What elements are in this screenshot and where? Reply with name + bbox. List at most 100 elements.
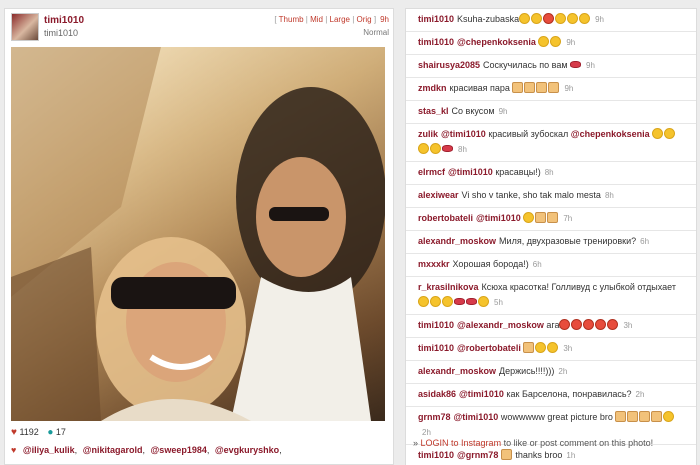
filter-label: Normal	[363, 28, 389, 37]
comment-user[interactable]: elrmcf	[418, 167, 445, 177]
comment-time: 9h	[564, 84, 574, 93]
comment-user[interactable]: shairusya2085	[418, 60, 480, 70]
heart-eyes-emoji-icon	[430, 143, 441, 154]
comment-text: красивая пара	[449, 83, 510, 93]
comment-user[interactable]: stas_kl	[418, 106, 449, 116]
grin-emoji-icon	[535, 342, 547, 353]
heart-icon[interactable]: ♥	[11, 427, 17, 438]
thumbs-up-icon	[536, 82, 548, 93]
comment-user[interactable]: timi1010	[418, 450, 454, 460]
smile-emoji-icon	[418, 143, 429, 154]
comment-text: Хорошая борода!)	[452, 259, 529, 269]
comment-mention[interactable]: @timi1010	[441, 129, 486, 139]
question-mark-icon	[607, 319, 619, 330]
comment-text: Соскучилась по вам	[483, 60, 568, 70]
comment-user[interactable]: grnm78	[418, 412, 451, 422]
avatar[interactable]	[11, 13, 39, 41]
comment-item: zulik @timi1010 красивый зубоскал @chepen…	[406, 124, 696, 162]
comment-mention[interactable]: @chepenkoksenia	[571, 129, 650, 139]
comment-item: mxxxkr Хорошая борода!) 6h	[406, 254, 696, 277]
comment-mention[interactable]: @grnm78	[457, 450, 498, 460]
size-mid-link[interactable]: Mid	[310, 15, 323, 24]
comment-text: Ksuha-zubaska	[457, 14, 520, 24]
comment-item: timi1010 Ksuha-zubaska 9h	[406, 9, 696, 32]
comment-mention[interactable]: @timi1010	[476, 213, 521, 223]
comment-text: ага	[546, 320, 560, 330]
comment-text: Vi sho v tanke, sho tak malo mesta	[461, 190, 601, 200]
post-photo[interactable]	[11, 47, 385, 421]
comment-mention[interactable]: @chepenkoksenia	[457, 37, 536, 47]
comment-user[interactable]: asidak86	[418, 389, 456, 399]
likes-count: 1192	[19, 427, 39, 437]
thumbs-up-icon	[615, 411, 627, 422]
comment-user[interactable]: timi1010	[418, 37, 454, 47]
small-heart-icon: ♥	[11, 445, 17, 455]
comment-time: 9h	[595, 15, 604, 24]
comment-user[interactable]: alexandr_moskow	[418, 366, 496, 376]
comment-text: Миля, двухразовые тренировки?	[499, 236, 637, 246]
comment-text: как Барселона, понравилась?	[506, 389, 632, 399]
laugh-emoji-icon	[550, 36, 562, 47]
comment-text: красавцы!)	[495, 167, 541, 177]
heart-eyes-emoji-icon	[430, 296, 441, 307]
comment-time: 6h	[532, 260, 542, 269]
size-large-link[interactable]: Large	[330, 15, 350, 24]
tag-link[interactable]: @sweep1984	[151, 445, 207, 455]
comment-user[interactable]: zulik	[418, 129, 438, 139]
victory-hand-icon	[523, 342, 535, 353]
laugh-emoji-icon	[538, 36, 550, 47]
comment-mention[interactable]: @timi1010	[459, 389, 504, 399]
heart-eyes-emoji-icon	[418, 296, 429, 307]
comment-mention[interactable]: @alexandr_moskow	[457, 320, 544, 330]
comment-item: asidak86 @timi1010 как Барселона, понрави…	[406, 384, 696, 407]
grin-emoji-icon	[579, 13, 591, 24]
tag-link[interactable]: @iliya_kulik	[23, 445, 75, 455]
comment-user[interactable]: timi1010	[418, 14, 454, 24]
comment-text: красивый зубоскал	[488, 129, 569, 139]
laugh-emoji-icon	[531, 13, 543, 24]
angry-emoji-icon	[559, 319, 571, 330]
comments-count: 17	[55, 427, 66, 437]
comment-item: stas_kl Со вкусом 9h	[406, 101, 696, 124]
post-card: timi1010 timi1010 [ Thumb | Mid | Large …	[4, 8, 394, 465]
comment-user[interactable]: r_krasilnikova	[418, 282, 479, 292]
photo-illustration	[11, 47, 385, 421]
post-display-name: timi1010	[44, 28, 79, 38]
login-link[interactable]: LOGIN to Instagram	[421, 438, 502, 448]
comment-item: timi1010 @robertobateli 3h	[406, 338, 696, 361]
comment-item: alexandr_moskow Миля, двухразовые трениро…	[406, 231, 696, 254]
size-orig-link[interactable]: Orig	[357, 15, 372, 24]
post-username[interactable]: timi1010	[44, 15, 84, 26]
thumbs-up-icon	[627, 411, 639, 422]
heart-eyes-emoji-icon	[442, 296, 453, 307]
size-thumb-link[interactable]: Thumb	[279, 15, 304, 24]
login-arrow: »	[413, 438, 419, 448]
angry-emoji-icon	[571, 319, 583, 330]
comment-user[interactable]: timi1010	[418, 343, 454, 353]
comment-user[interactable]: zmdkn	[418, 83, 447, 93]
comment-time: 1h	[566, 451, 576, 460]
comment-item: alexiwear Vi sho v tanke, sho tak malo me…	[406, 185, 696, 208]
liked-by-list: ♥ @iliya_kulik, @nikitagarold, @sweep198…	[11, 445, 282, 455]
comment-time: 2h	[422, 428, 431, 437]
comment-user[interactable]: timi1010	[418, 320, 454, 330]
post-header: timi1010 timi1010 [ Thumb | Mid | Large …	[11, 13, 389, 41]
question-mark-icon	[583, 319, 595, 330]
tag-link[interactable]: @nikitagarold	[83, 445, 143, 455]
comment-user[interactable]: alexiwear	[418, 190, 459, 200]
comment-bubble-icon: ●	[47, 427, 54, 438]
comment-mention[interactable]: @timi1010	[454, 412, 499, 422]
comment-user[interactable]: alexandr_moskow	[418, 236, 496, 246]
comment-time: 7h	[563, 214, 573, 223]
lips-emoji-icon	[570, 61, 582, 68]
comment-time: 8h	[458, 145, 467, 154]
point-emoji-icon	[524, 82, 536, 93]
comment-mention[interactable]: @timi1010	[448, 167, 493, 177]
tag-link[interactable]: @evgkuryshko	[215, 445, 279, 455]
comment-user[interactable]: mxxxkr	[418, 259, 450, 269]
size-links: [ Thumb | Mid | Large | Orig ] 9h	[274, 15, 389, 24]
laugh-emoji-icon	[555, 13, 567, 24]
comment-user[interactable]: robertobateli	[418, 213, 473, 223]
comment-item: alexandr_moskow Держись!!!!))) 2h	[406, 361, 696, 384]
comment-mention[interactable]: @robertobateli	[457, 343, 521, 353]
